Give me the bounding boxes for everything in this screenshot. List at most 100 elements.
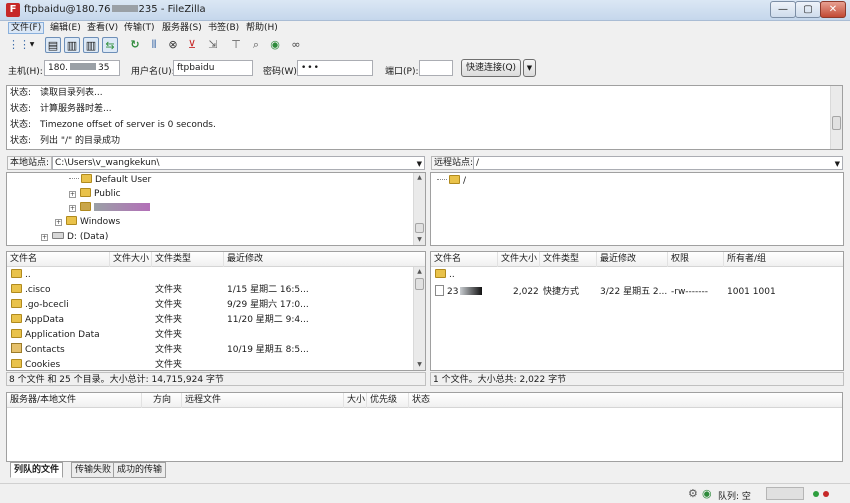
tree-item[interactable]: Default User [69,173,151,187]
search-remote-icon[interactable]: ∞ [288,37,304,53]
folder-icon [11,359,22,368]
scroll-up-icon[interactable]: ▲ [414,267,425,277]
table-row[interactable]: .. [7,268,413,283]
tree-item[interactable]: + Public [69,187,121,201]
local-list-header: 文件名 文件大小 文件类型 最近修改 [7,252,425,267]
col-modified[interactable]: 最近修改 [597,252,668,267]
port-input[interactable] [419,60,453,76]
tree-item[interactable]: / [437,174,466,188]
col-status[interactable]: 状态 [409,393,844,408]
local-tree-scroll-thumb[interactable] [415,223,424,233]
refresh-icon[interactable]: ↻ [127,37,143,53]
col-server-local-file[interactable]: 服务器/本地文件 [7,393,142,408]
tree-item[interactable]: + Windows [55,215,120,229]
file-name: 23 [447,287,459,297]
table-row[interactable]: Application Data 文件夹 [7,328,413,343]
local-list-scroll-thumb[interactable] [415,278,424,290]
menu-view[interactable]: 查看(V) [85,22,120,34]
toggle-local-tree-icon[interactable]: ▥ [64,37,80,53]
scroll-down-icon[interactable]: ▼ [414,235,425,245]
message-log[interactable]: 状态: 读取目录列表... 状态: 计算服务器时差... 状态: Timezone o… [6,85,843,150]
toggle-remote-tree-icon[interactable]: ▥ [83,37,99,53]
table-row[interactable]: AppData 文件夹 11/20 星期二 9:4... [7,313,413,328]
table-row[interactable]: Contacts 文件夹 10/19 星期五 8:5... [7,343,413,358]
log-scroll-thumb[interactable] [832,116,841,130]
remote-dir-tree[interactable]: / [430,172,844,246]
scroll-down-icon[interactable]: ▼ [414,360,425,370]
local-tree-scrollbar[interactable]: ▲ ▼ [413,173,425,245]
drive-icon [52,232,64,239]
menu-edit[interactable]: 编辑(E) [48,22,83,34]
tree-item-label: / [463,176,467,186]
tab-failed-transfers[interactable]: 传输失败 [71,462,116,478]
menu-transfer[interactable]: 传输(T) [122,22,157,34]
col-permissions[interactable]: 权限 [668,252,724,267]
col-filesize[interactable]: 文件大小 [498,252,540,267]
col-filename[interactable]: 文件名 [431,252,498,267]
local-path-combo[interactable]: C:\Users\v_wangkekun\ ▼ [52,156,425,170]
expand-icon[interactable]: + [69,191,76,198]
quickconnect-button[interactable]: 快速连接(Q) [461,59,521,77]
file-name: .. [449,270,455,280]
local-file-list[interactable]: 文件名 文件大小 文件类型 最近修改 .. .cisco 文件夹 1/15 星期二 … [6,251,426,371]
redacted-block [94,203,150,211]
col-filetype[interactable]: 文件类型 [540,252,597,267]
username-input[interactable]: ftpbaidu [173,60,253,76]
disconnect-icon[interactable]: ⊻ [184,37,200,53]
menu-help[interactable]: 帮助(H) [244,22,280,34]
menu-file[interactable]: 文件(F) [8,22,45,34]
col-remote-file[interactable]: 远程文件 [182,393,344,408]
table-row[interactable]: .cisco 文件夹 1/15 星期二 16:5... [7,283,413,298]
table-row[interactable]: .. [431,268,831,283]
col-priority[interactable]: 优先级 [367,393,409,408]
local-list-scrollbar[interactable]: ▲ ▼ [413,267,425,370]
tree-item[interactable]: + [69,201,150,215]
scroll-up-icon[interactable]: ▲ [414,173,425,183]
col-direction[interactable]: 方向 [142,393,182,408]
close-button[interactable]: ✕ [820,1,846,18]
col-filetype[interactable]: 文件类型 [152,252,224,267]
minimize-button[interactable]: — [770,1,796,18]
log-text: 列出 "/" 的目录成功 [40,136,121,146]
password-input[interactable]: ••• [297,60,373,76]
col-filename[interactable]: 文件名 [7,252,110,267]
toggle-log-icon[interactable]: ▤ [45,37,61,53]
site-manager-dropdown-icon[interactable]: ▼ [28,37,36,53]
expand-icon[interactable]: + [55,219,62,226]
host-input[interactable]: 180. 35 [44,60,120,76]
process-queue-icon[interactable]: ⫴ [146,37,162,53]
quickconnect-dropdown-icon[interactable]: ▼ [523,59,536,77]
cancel-icon[interactable]: ⊗ [165,37,181,53]
tab-successful-transfers[interactable]: 成功的传输 [113,462,167,478]
toggle-queue-icon[interactable]: ⇆ [102,37,118,53]
maximize-button[interactable]: ▢ [795,1,821,18]
tree-item[interactable]: + D: (Data) [41,230,108,244]
col-owner[interactable]: 所有者/组 [724,252,843,267]
col-filesize[interactable]: 文件大小 [110,252,152,267]
remote-file-list[interactable]: 文件名 文件大小 文件类型 最近修改 权限 所有者/组 .. 23 2,022 … [430,251,844,371]
sync-browse-icon[interactable]: ◉ [267,37,283,53]
table-row[interactable]: Cookies 文件夹 [7,358,413,370]
col-modified[interactable]: 最近修改 [224,252,415,267]
compare-icon[interactable]: ⌕ [248,37,264,53]
menu-bookmarks[interactable]: 书签(B) [206,22,241,34]
menu-server[interactable]: 服务器(S) [160,22,204,34]
expand-icon[interactable]: + [69,205,76,212]
reconnect-icon[interactable]: ⇲ [205,37,221,53]
site-manager-icon[interactable]: ⋮⋮ [8,37,30,53]
log-row: 状态: 计算服务器时差... [10,102,112,116]
col-size[interactable]: 大小 [344,393,367,408]
tab-queued-files[interactable]: 列队的文件 [10,462,64,478]
local-path-dropdown-icon[interactable]: ▼ [417,158,422,169]
remote-path-dropdown-icon[interactable]: ▼ [835,158,840,169]
local-dir-tree[interactable]: Default User + Public + + Windows + D: (Dat… [6,172,426,246]
transfer-queue[interactable]: 服务器/本地文件 方向 远程文件 大小 优先级 状态 [6,392,843,462]
table-row[interactable]: .go-bcecli 文件夹 9/29 星期六 17:0... [7,298,413,313]
network-icon[interactable]: ◉ [702,487,712,500]
remote-path-combo[interactable]: / ▼ [473,156,843,170]
expand-icon[interactable]: + [41,234,48,241]
log-scrollbar[interactable] [830,86,842,149]
gear-icon[interactable]: ⚙ [688,487,698,500]
filter-icon[interactable]: ⊤ [228,37,244,53]
table-row[interactable]: 23 2,022 快捷方式 3/22 星期五 2... -rw------- 1… [431,285,831,300]
